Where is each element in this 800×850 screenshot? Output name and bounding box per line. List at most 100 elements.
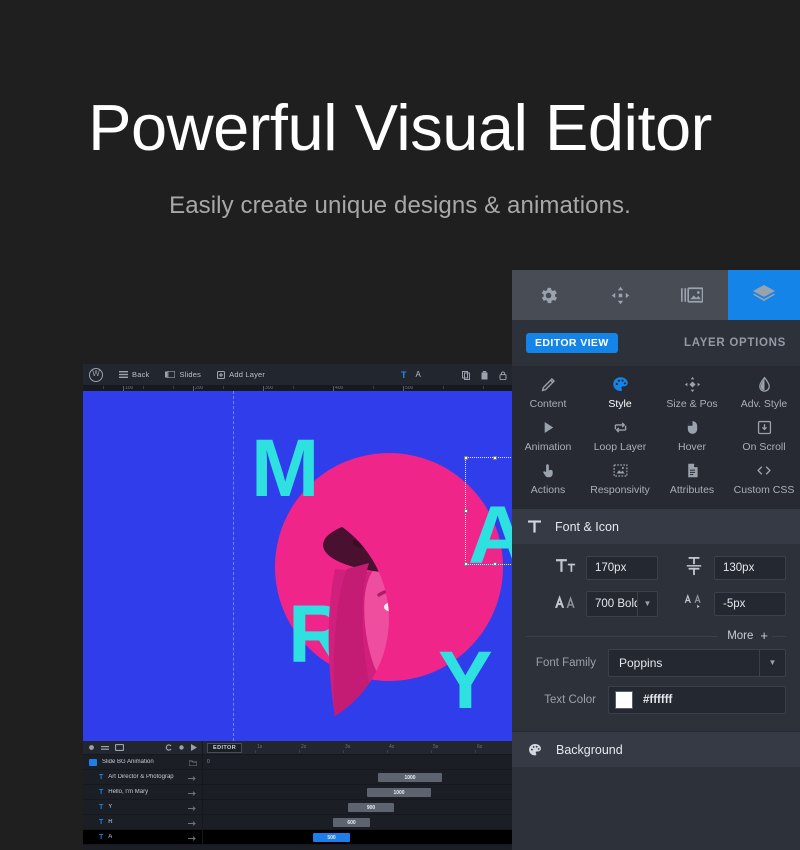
timeline-row-label: Art Director & Photograp: [108, 774, 173, 780]
loop-icon[interactable]: [165, 744, 172, 751]
option-style[interactable]: Style: [584, 376, 656, 410]
table-row[interactable]: T Art Director & Photograp 1000: [83, 770, 513, 785]
timeline-track[interactable]: 900: [203, 800, 513, 814]
pencil-icon: [540, 376, 557, 393]
ruler-label-6s: 6s: [477, 744, 482, 750]
timeline-track[interactable]: 1000: [203, 785, 513, 799]
timeline-bar-label: 500: [327, 835, 335, 841]
wordpress-icon[interactable]: [89, 368, 103, 382]
layer-option-grid: Content Style Size & Pos: [512, 366, 800, 508]
timeline-bar-selected[interactable]: 500: [313, 833, 350, 842]
table-row[interactable]: T Y 900: [83, 800, 513, 815]
option-custom-css[interactable]: Custom CSS: [728, 462, 800, 496]
tab-layers[interactable]: [728, 270, 800, 320]
option-on-scroll[interactable]: On Scroll: [728, 419, 800, 453]
timeline-editor-tab[interactable]: EDITOR: [207, 743, 242, 753]
font-family-select[interactable]: Poppins ▼: [608, 649, 786, 677]
resize-handle-top-left[interactable]: [464, 456, 468, 460]
table-row[interactable]: T R 600: [83, 815, 513, 830]
resize-handle-bottom-center[interactable]: [493, 562, 497, 566]
copy-icon[interactable]: [462, 371, 470, 380]
timeline-track[interactable]: 600: [203, 815, 513, 829]
resize-handle-bottom-left[interactable]: [464, 562, 468, 566]
tab-position[interactable]: [584, 270, 656, 320]
font-section-header[interactable]: Font & Icon: [512, 508, 800, 544]
eye-icon[interactable]: [88, 744, 95, 751]
timeline-row-name[interactable]: T Y: [83, 800, 203, 814]
layer-selection-box[interactable]: [465, 457, 513, 565]
toolbar-slides-button[interactable]: Slides: [165, 370, 201, 379]
table-row[interactable]: Slide BG Animation 0: [83, 755, 513, 770]
canvas-letter-y[interactable]: Y: [438, 649, 492, 713]
text-tool-icon[interactable]: T: [401, 371, 407, 380]
font-weight-select[interactable]: 700 Bold ▼: [586, 591, 658, 617]
timeline-row-name[interactable]: T R: [83, 815, 203, 829]
panel-tab-bar: [512, 270, 800, 320]
settings-icon[interactable]: [178, 744, 185, 751]
media-icon: [681, 286, 703, 304]
chevron-down-icon: ▼: [759, 650, 785, 676]
color-swatch[interactable]: [615, 691, 633, 709]
timeline-track[interactable]: 1000: [203, 770, 513, 784]
timeline-track[interactable]: 0: [203, 755, 513, 769]
font-family-value: Poppins: [609, 656, 759, 670]
text-layer-icon: T: [99, 804, 103, 811]
option-adv-style[interactable]: Adv. Style: [728, 376, 800, 410]
font-size-input[interactable]: 170px: [586, 556, 658, 580]
palette-icon: [612, 376, 629, 393]
lock-icon[interactable]: [499, 371, 507, 380]
timeline-bar[interactable]: 900: [348, 803, 394, 812]
timeline-row-name[interactable]: T Hello, I'm Mary: [83, 785, 203, 799]
timeline-row-name[interactable]: T A: [83, 830, 203, 844]
option-actions[interactable]: Actions: [512, 462, 584, 496]
font-weight-value: 700 Bold: [587, 593, 637, 615]
ruler-label-3s: 3s: [345, 744, 350, 750]
tab-settings[interactable]: [512, 270, 584, 320]
option-content[interactable]: Content: [512, 376, 584, 410]
ruler-label-5s: 5s: [433, 744, 438, 750]
table-row[interactable]: T Hello, I'm Mary 1000: [83, 785, 513, 800]
tab-media[interactable]: [656, 270, 728, 320]
arrow-right-icon[interactable]: [188, 828, 197, 846]
resize-handle-top-center[interactable]: [493, 456, 497, 460]
toolbar-add-layer-button[interactable]: Add Layer: [217, 370, 265, 379]
line-height-input[interactable]: 130px: [714, 556, 786, 580]
timeline-bar[interactable]: 600: [333, 818, 370, 827]
toolbar-text-tools: T A: [401, 364, 421, 386]
timeline-row-name[interactable]: T Art Director & Photograp: [83, 770, 203, 784]
toolbar-back-button[interactable]: Back: [119, 370, 149, 379]
canvas-letter-m[interactable]: M: [251, 437, 318, 501]
option-hover[interactable]: Hover: [656, 419, 728, 453]
loop-icon: [612, 419, 629, 436]
responsive-icon: [612, 462, 629, 479]
timeline-bar[interactable]: 1000: [378, 773, 442, 782]
option-loop-layer[interactable]: Loop Layer: [584, 419, 656, 453]
option-attributes[interactable]: Attributes: [656, 462, 728, 496]
fullscreen-icon[interactable]: [115, 744, 124, 751]
text-icon: [528, 520, 541, 533]
background-section-header[interactable]: Background: [512, 731, 800, 767]
font-tool-icon[interactable]: A: [416, 371, 421, 379]
timeline-ruler[interactable]: EDITOR 1s 2s 3s 4s 5s 6s: [203, 741, 513, 754]
option-responsivity[interactable]: Responsivity: [584, 462, 656, 496]
table-row[interactable]: T A 500: [83, 830, 513, 845]
timeline-row-name[interactable]: Slide BG Animation: [83, 755, 203, 769]
timeline-zero-marker: 0: [207, 759, 210, 765]
ruler-label-1s: 1s: [257, 744, 262, 750]
option-size-pos[interactable]: Size & Pos: [656, 376, 728, 410]
minimize-icon[interactable]: [101, 745, 109, 751]
slide-canvas[interactable]: M R: [83, 391, 513, 741]
resize-handle-middle-left[interactable]: [464, 509, 468, 513]
toolbar-actions: [462, 364, 507, 386]
font-section-title: Font & Icon: [555, 520, 619, 534]
text-color-field[interactable]: #ffffff: [608, 686, 786, 714]
delete-icon[interactable]: [481, 371, 488, 380]
option-animation[interactable]: Animation: [512, 419, 584, 453]
more-options-toggle[interactable]: More +: [526, 628, 786, 643]
toolbar-add-layer-label: Add Layer: [229, 370, 265, 379]
editor-view-button[interactable]: EDITOR VIEW: [526, 333, 618, 353]
timeline-bar[interactable]: 1000: [367, 788, 431, 797]
play-icon[interactable]: [191, 744, 197, 751]
letter-spacing-input[interactable]: -5px: [714, 592, 786, 616]
timeline-track[interactable]: 500: [203, 830, 513, 844]
